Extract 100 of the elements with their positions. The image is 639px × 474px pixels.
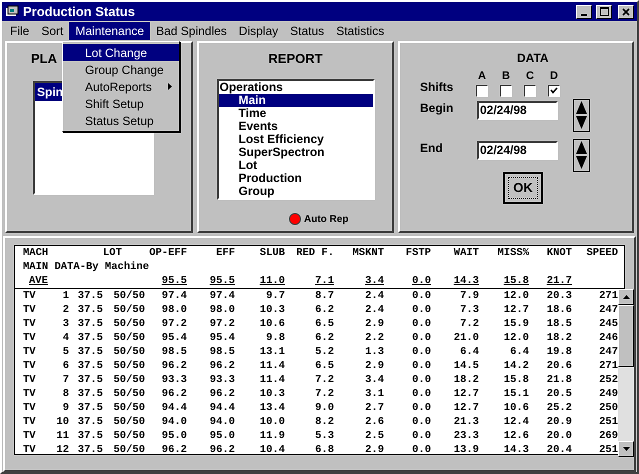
column-header: MSKNT <box>352 246 384 260</box>
close-button[interactable] <box>618 4 634 18</box>
table-cell-text: 7.1 <box>314 274 334 288</box>
app-icon <box>5 5 19 18</box>
table-cell-text: 10.3 <box>258 303 285 317</box>
table-cell-text: 50/50 <box>112 289 145 303</box>
field-label: Shifts <box>420 78 454 96</box>
table-cell-text: 0.0 <box>411 289 431 303</box>
column-header: LOT <box>103 246 122 260</box>
table-cell-text: TV <box>22 359 37 373</box>
table-cell-text: 6.8 <box>314 443 334 457</box>
tree-item[interactable]: Main <box>218 94 372 106</box>
average-label: AVE <box>28 274 49 288</box>
table-cell-text: 3.4 <box>364 373 384 387</box>
tree-item[interactable]: Production <box>218 172 372 184</box>
table-cell-text: 9.0 <box>314 401 334 415</box>
window-title: Production Status <box>23 2 136 21</box>
table-cell-text: 14.3 <box>502 443 529 457</box>
table-cell-text: 10.4 <box>258 443 285 457</box>
table-cell-text: 18.6 <box>546 303 572 317</box>
table-cell-text: 10 <box>55 415 69 429</box>
tree-item[interactable]: Events <box>218 120 372 132</box>
table-cell-text: 15.1 <box>502 387 529 401</box>
menu-item[interactable]: File <box>4 22 36 40</box>
shift-label: D <box>550 69 558 84</box>
table-cell-text: 6.5 <box>314 359 334 373</box>
report-list[interactable]: Operations Main Time Events Lost Efficiency SuperSpectron Lot Production Group <box>216 78 374 200</box>
checkbox[interactable] <box>548 84 560 96</box>
tree-item[interactable]: Lost Efficiency <box>218 132 372 146</box>
table-cell-text: 18.2 <box>546 331 572 345</box>
table-cell-text: 8.7 <box>314 289 334 303</box>
table-cell-text: 10.6 <box>502 401 529 415</box>
table-cell-text: 96.2 <box>208 359 235 373</box>
checkbox[interactable] <box>500 84 512 96</box>
table-cell-text: 271 <box>598 289 618 303</box>
date-field[interactable]: 02/24/98 <box>477 100 558 120</box>
table-cell-text: 98.0 <box>160 303 187 317</box>
table-cell-text: 12.7 <box>502 303 529 317</box>
menu-item[interactable]: Maintenance <box>69 22 150 40</box>
tree-item[interactable]: Lot <box>218 158 372 172</box>
table-cell-text: 95.4 <box>208 331 235 345</box>
table-cell-text: 2.9 <box>364 317 384 331</box>
scroll-up-button[interactable] <box>618 289 634 305</box>
table-cell-text: 8 <box>62 387 69 401</box>
up-down-arrows-icon <box>575 100 588 130</box>
table-cell-text: TV <box>22 331 37 345</box>
spin-button[interactable] <box>573 98 590 132</box>
table-cell-text: TV <box>22 317 37 331</box>
table-cell-text: 12.0 <box>502 289 529 303</box>
table-cell-text: 6.5 <box>314 317 334 331</box>
table-cell-text: 3 <box>62 317 69 331</box>
table-cell-text: 20.5 <box>546 387 572 401</box>
table-cell-text: 0.0 <box>411 274 431 288</box>
ok-button[interactable]: OK <box>503 172 543 204</box>
table-cell-text: 98.5 <box>160 345 187 359</box>
menu-item[interactable]: Statistics <box>330 22 390 40</box>
menu-item[interactable]: Display <box>232 22 284 40</box>
menu-item[interactable]: Status <box>284 22 330 40</box>
table-cell-text: 20.0 <box>546 429 572 443</box>
scroll-thumb[interactable] <box>618 305 634 367</box>
table-cell-text: TV <box>22 401 37 415</box>
checkbox[interactable] <box>476 84 488 96</box>
table-cell-text: 14.3 <box>452 274 479 288</box>
table-cell-text: TV <box>22 443 37 457</box>
tree-item[interactable]: SuperSpectron <box>218 146 372 158</box>
table-cell-text: 6.2 <box>314 303 334 317</box>
table-cell-text: 2.2 <box>364 331 384 345</box>
table-cell-text: TV <box>22 429 37 443</box>
minimize-button[interactable] <box>576 4 592 18</box>
checkbox[interactable] <box>524 84 536 96</box>
minimize-icon <box>581 14 587 16</box>
table-cell-text: 11.9 <box>258 429 285 443</box>
table-cell-text: 37.5 <box>76 401 103 415</box>
spin-button[interactable] <box>573 138 590 172</box>
vertical-scrollbar[interactable] <box>618 289 634 457</box>
table-cell-text: 20.4 <box>546 443 572 457</box>
table-cell-text: 5.2 <box>314 345 334 359</box>
table-cell-text: 11.0 <box>258 274 285 288</box>
table-cell-text: 0.0 <box>411 387 431 401</box>
table-cell-text: 6 <box>62 359 69 373</box>
table-cell-text: 10.3 <box>258 387 285 401</box>
column-header: SPEED <box>586 246 618 260</box>
table-cell-text: 14.2 <box>502 359 529 373</box>
table-cell-text: 12 <box>55 443 69 457</box>
table-cell-text: 37.5 <box>76 289 103 303</box>
column-header: OP-EFF <box>149 246 187 260</box>
maximize-button[interactable] <box>596 4 612 18</box>
menu-item[interactable]: Group Change <box>63 61 179 78</box>
scroll-down-button[interactable] <box>618 441 634 457</box>
tree-item[interactable]: Time <box>218 106 372 120</box>
table-cell-text: 11.4 <box>258 373 285 387</box>
tree-item[interactable]: Operations <box>218 80 372 94</box>
date-field[interactable]: 02/24/98 <box>477 140 558 160</box>
menu-item[interactable]: Lot Change <box>63 44 179 61</box>
menu-item[interactable]: Bad Spindles <box>150 22 233 40</box>
tree-item[interactable]: Group <box>218 184 372 198</box>
table-cell-text: 97.4 <box>208 289 235 303</box>
table-cell-text: 245 <box>598 317 618 331</box>
table-cell-text: 247 <box>598 303 618 317</box>
menu-item[interactable]: Sort <box>35 22 70 40</box>
